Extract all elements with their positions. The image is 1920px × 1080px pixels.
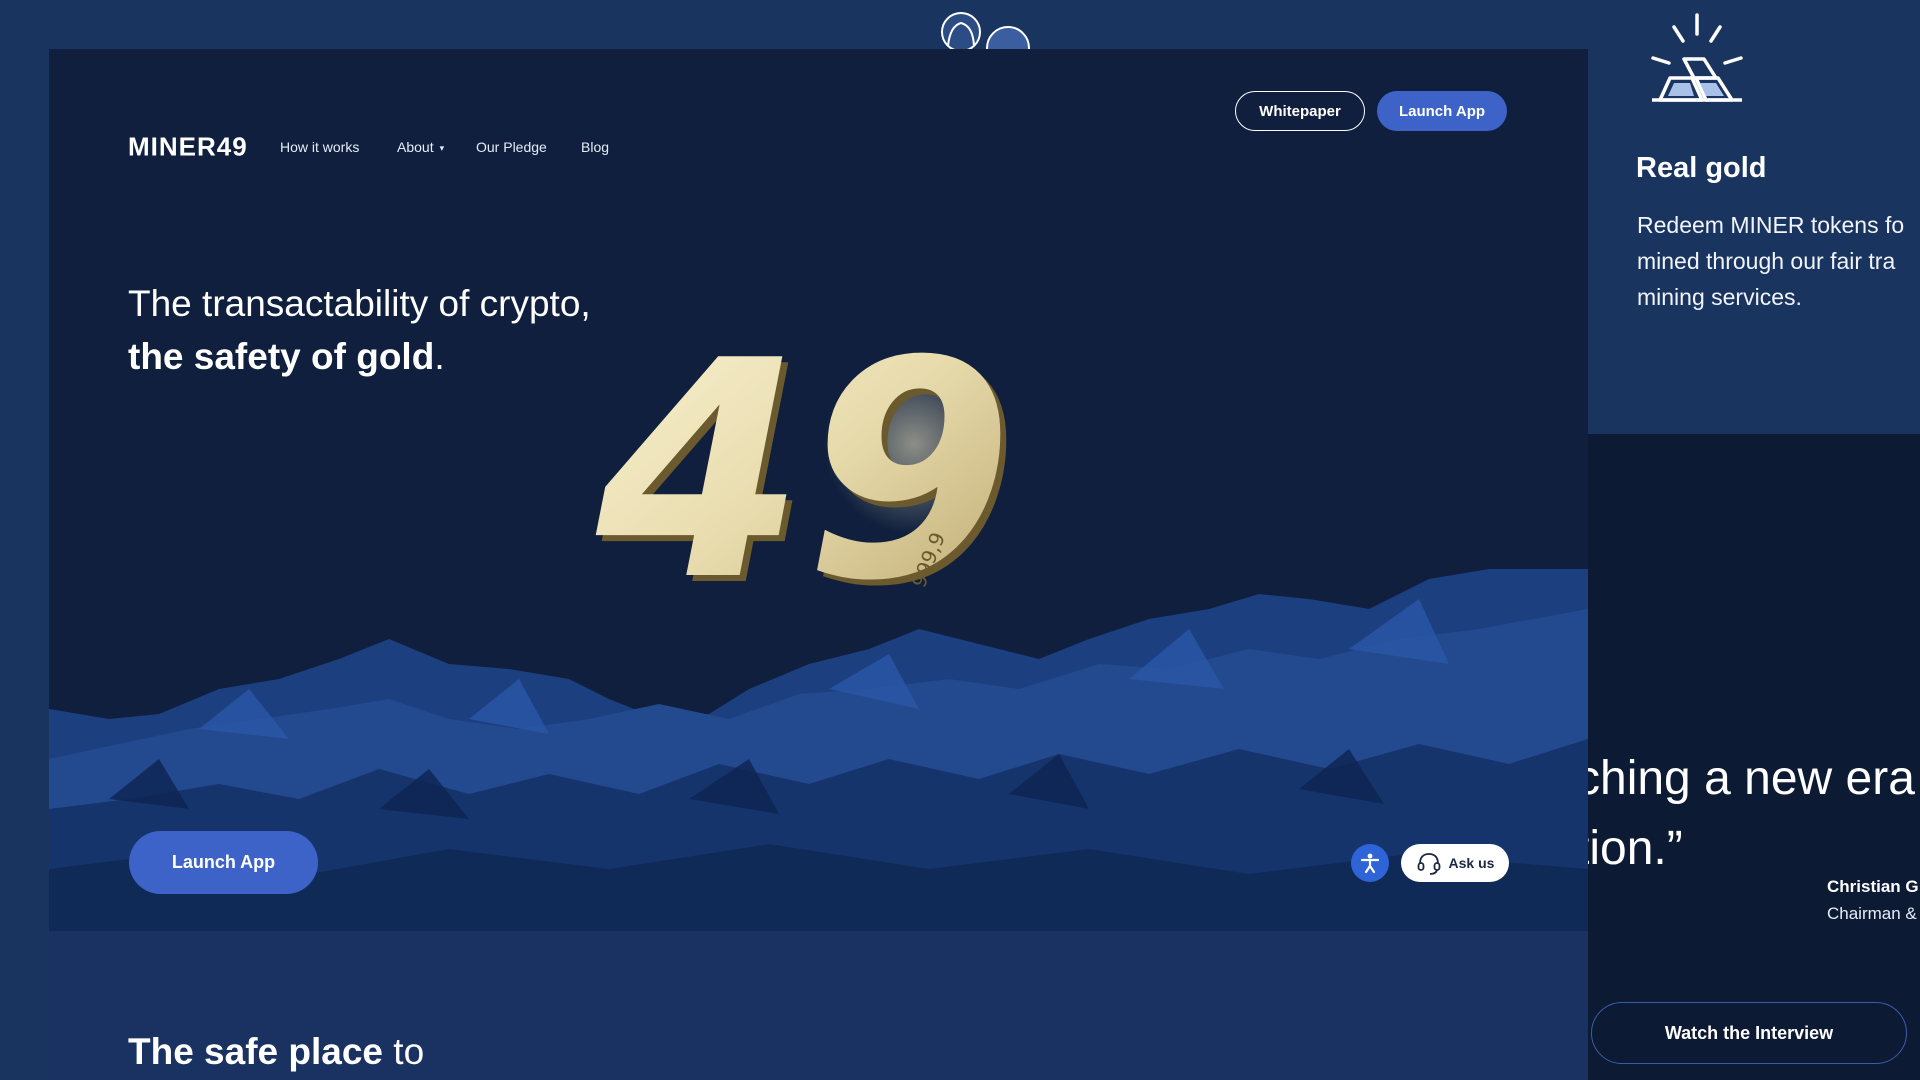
logo[interactable]: MINER49 — [128, 132, 248, 163]
emblem-number-face: 49 — [594, 349, 1013, 639]
headline-period: . — [434, 336, 445, 377]
section-title: The safe place to — [128, 1031, 424, 1073]
accessibility-button[interactable] — [1351, 844, 1389, 882]
feature-title: Real gold — [1636, 152, 1767, 184]
avatar-group — [940, 6, 1030, 50]
hero-section: MINER49 How it works About ▾ Our Pledge B… — [49, 49, 1588, 931]
ask-us-button[interactable]: Ask us — [1401, 844, 1509, 882]
caret-down-icon: ▾ — [439, 142, 445, 153]
headset-icon — [1417, 853, 1440, 875]
quote-text: ching a new era tion.” — [1588, 744, 1915, 884]
quote-line: tion.” — [1588, 822, 1683, 875]
accessibility-icon — [1360, 853, 1380, 874]
safe-place-section: The safe place to — [49, 931, 1588, 1080]
headline-line-1: The transactability of crypto, — [128, 283, 591, 324]
headline-line-2: the safety of gold. — [128, 330, 591, 383]
whitepaper-button[interactable]: Whitepaper — [1235, 91, 1365, 131]
section-title-rest: to — [393, 1031, 425, 1072]
nav-blog[interactable]: Blog — [581, 139, 609, 155]
avatar-icon — [941, 12, 1030, 50]
feature-description: Redeem MINER tokens fo mined through our… — [1637, 207, 1920, 315]
section-title-strong: The safe place — [128, 1031, 384, 1072]
feature-desc-line: Redeem MINER tokens fo — [1637, 212, 1905, 238]
nav-our-pledge[interactable]: Our Pledge — [476, 139, 547, 155]
nav-about-label: About — [397, 139, 434, 155]
top-navigation: MINER49 How it works About ▾ Our Pledge B… — [49, 49, 1588, 174]
watch-interview-button[interactable]: Watch the Interview — [1591, 1002, 1907, 1064]
headline-strong: the safety of gold — [128, 336, 435, 377]
quote-author-name: Christian G — [1827, 877, 1919, 896]
testimonial-card: ching a new era tion.” Christian G Chair… — [1588, 434, 1920, 1080]
hero-launch-app-button[interactable]: Launch App — [129, 831, 318, 894]
ask-us-label: Ask us — [1448, 855, 1495, 871]
quote-author-role: Chairman & — [1827, 904, 1917, 923]
nav-how-it-works[interactable]: How it works — [280, 139, 359, 155]
feature-desc-line: mined through our fair tra — [1637, 248, 1896, 274]
hero-headline: The transactability of crypto, the safet… — [128, 277, 591, 383]
feature-desc-line: mining services. — [1637, 284, 1802, 310]
gold-bars-icon — [1651, 13, 1743, 102]
nav-about[interactable]: About ▾ — [397, 139, 444, 155]
quote-line: ching a new era — [1588, 752, 1915, 805]
launch-app-button[interactable]: Launch App — [1377, 91, 1507, 131]
real-gold-card: Real gold Redeem MINER tokens fo mined t… — [1588, 0, 1920, 434]
gold-49-emblem: 49 49 999,9 — [594, 349, 1019, 639]
